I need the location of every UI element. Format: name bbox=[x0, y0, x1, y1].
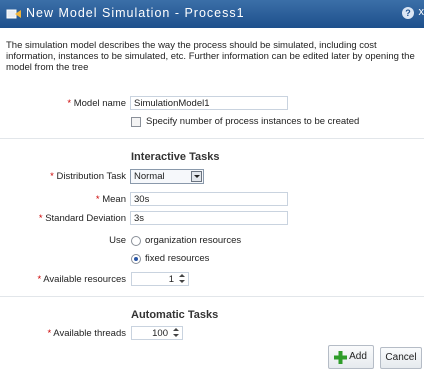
available-threads-label: * Available threads bbox=[47, 328, 126, 339]
use-organization-label: organization resources bbox=[145, 235, 242, 246]
specify-instances-label: Specify number of process instances to b… bbox=[146, 116, 360, 127]
cancel-button[interactable]: Cancel bbox=[380, 347, 422, 369]
intro-text: The simulation model describes the way t… bbox=[6, 40, 415, 73]
section-divider bbox=[0, 138, 424, 139]
required-marker: * bbox=[67, 98, 72, 109]
interactive-tasks-heading: Interactive Tasks bbox=[131, 151, 220, 163]
plus-icon bbox=[334, 351, 347, 364]
distribution-value: Normal bbox=[134, 171, 165, 182]
mean-label: * Mean bbox=[95, 194, 126, 205]
dialog-title: New Model Simulation - Process1 bbox=[26, 6, 245, 20]
add-button[interactable]: Add bbox=[328, 345, 374, 369]
distribution-label: * Distribution Task bbox=[50, 171, 126, 182]
close-icon[interactable]: x bbox=[419, 6, 424, 18]
available-threads-stepper[interactable]: 100 bbox=[131, 326, 183, 340]
available-resources-stepper[interactable]: 1 bbox=[131, 272, 189, 286]
add-label: Add bbox=[349, 351, 367, 362]
automatic-tasks-heading: Automatic Tasks bbox=[131, 309, 219, 321]
stddev-input[interactable]: 3s bbox=[130, 211, 288, 225]
available-resources-label: * Available resources bbox=[37, 274, 126, 285]
model-name-input[interactable]: SimulationModel1 bbox=[130, 96, 288, 110]
mean-input[interactable]: 30s bbox=[130, 192, 288, 206]
distribution-select[interactable]: Normal bbox=[130, 169, 204, 184]
model-name-label: * Model name bbox=[67, 98, 126, 109]
section-divider bbox=[0, 296, 424, 297]
use-label: Use bbox=[109, 235, 126, 246]
chevron-down-icon[interactable] bbox=[191, 171, 202, 182]
use-fixed-label: fixed resources bbox=[145, 253, 210, 264]
available-threads-value: 100 bbox=[152, 328, 168, 339]
use-organization-radio[interactable] bbox=[131, 236, 141, 246]
stepper-arrows-icon[interactable] bbox=[179, 274, 186, 284]
available-resources-value: 1 bbox=[168, 274, 174, 285]
dialog-titlebar: New Model Simulation - Process1 ? x bbox=[0, 0, 424, 28]
stddev-label: * Standard Deviation bbox=[38, 213, 126, 224]
use-fixed-radio[interactable] bbox=[131, 254, 141, 264]
help-icon[interactable]: ? bbox=[402, 7, 414, 19]
specify-instances-checkbox[interactable] bbox=[131, 117, 141, 127]
stepper-arrows-icon[interactable] bbox=[173, 328, 180, 338]
simulation-icon bbox=[6, 9, 21, 19]
